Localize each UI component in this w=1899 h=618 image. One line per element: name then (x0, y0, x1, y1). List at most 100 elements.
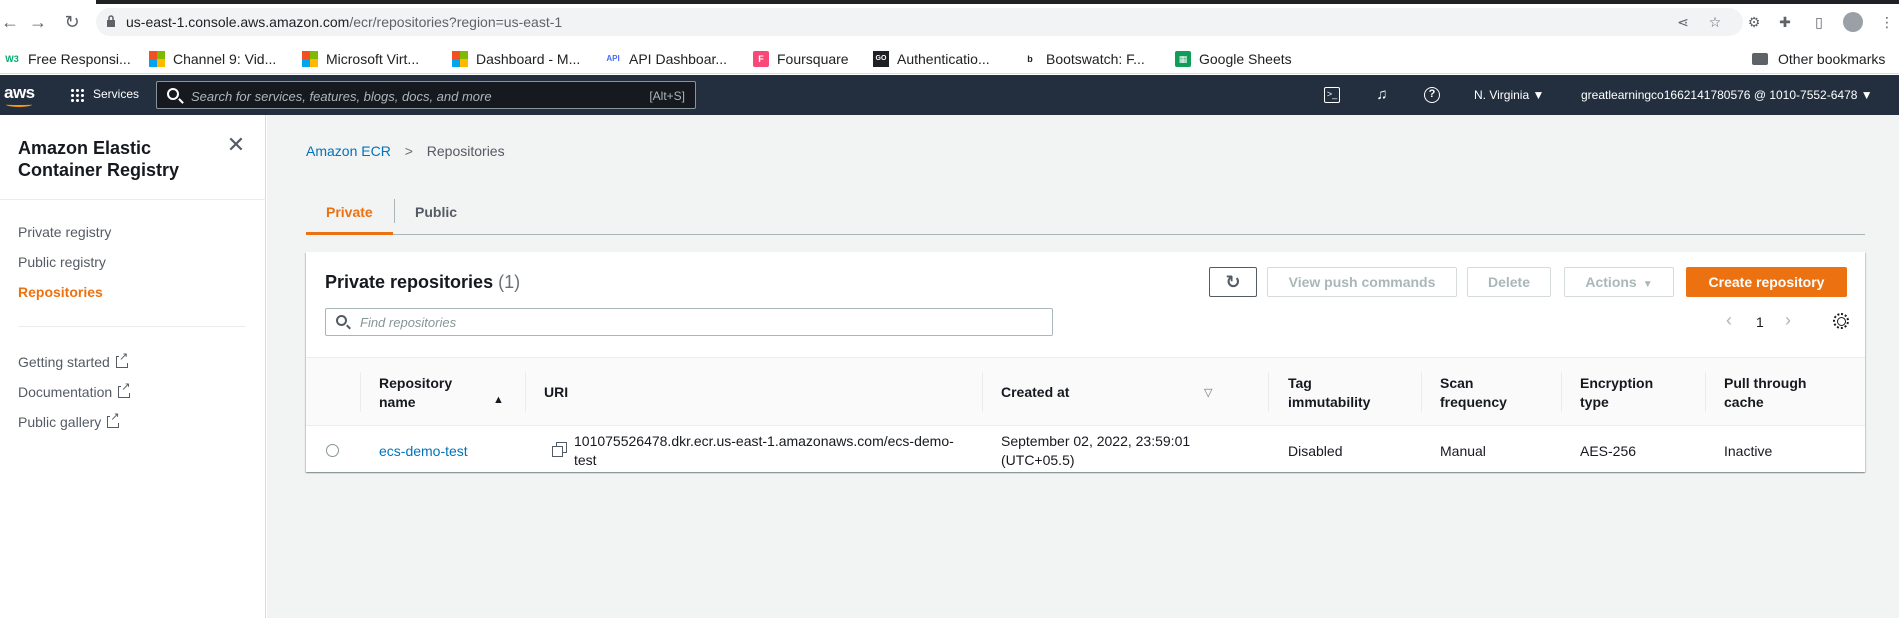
bookmark-item[interactable]: ▦ Google Sheets (1175, 50, 1292, 68)
sidepanel-icon[interactable]: ▯ (1810, 13, 1828, 31)
column-divider (360, 372, 361, 412)
sidebar-link-public-gallery[interactable]: Public gallery (18, 411, 120, 430)
w3-icon: W3 (5, 54, 19, 64)
bookmark-item[interactable]: GO Authenticatio... (873, 50, 990, 68)
tab-public[interactable]: Public (395, 187, 477, 235)
bookmark-label: Bootswatch: F... (1046, 51, 1145, 67)
copy-icon[interactable] (552, 442, 567, 457)
back-icon[interactable]: ← (0, 12, 20, 32)
foursquare-icon: F (753, 51, 769, 67)
kebab-menu-icon[interactable]: ⋮ (1878, 13, 1896, 31)
page-number[interactable]: 1 (1756, 314, 1764, 330)
side-navigation: Amazon Elastic Container Registry ✕ Priv… (0, 115, 266, 618)
bookmark-label: Channel 9: Vid... (173, 51, 277, 67)
other-bookmarks[interactable]: Other bookmarks (1752, 50, 1885, 68)
column-header-scan-frequency[interactable]: Scan frequency (1440, 358, 1540, 427)
browser-toolbar: ← → ↻ us-east-1.console.aws.amazon.com/e… (0, 0, 1899, 44)
column-divider (1561, 372, 1562, 412)
aws-console-header: aws Services Search for services, featur… (0, 75, 1899, 115)
account-menu[interactable]: greatlearningco1662141780576 @ 1010-7552… (1581, 88, 1873, 102)
bookmark-item[interactable]: API API Dashboar... (605, 50, 727, 68)
bookmark-item[interactable]: Dashboard - M... (452, 50, 580, 68)
column-header-created-at[interactable]: Created at (1001, 358, 1201, 427)
close-icon[interactable]: ✕ (226, 134, 246, 156)
breadcrumb-amazon-ecr[interactable]: Amazon ECR (306, 143, 391, 159)
extension-gear-icon[interactable]: ⚙ (1745, 13, 1763, 31)
address-bar[interactable]: us-east-1.console.aws.amazon.com/ecr/rep… (96, 8, 1743, 36)
create-repository-button[interactable]: Create repository (1686, 267, 1847, 297)
link-label: Public gallery (18, 414, 102, 430)
scan-frequency-value: Manual (1440, 442, 1486, 459)
search-icon (336, 315, 347, 326)
column-header-tag-immutability[interactable]: Tag immutability (1288, 358, 1408, 427)
bookmark-item[interactable]: Microsoft Virt... (302, 50, 419, 68)
console-search-input[interactable]: Search for services, features, blogs, do… (156, 81, 696, 109)
puzzle-icon[interactable]: ✚ (1776, 13, 1794, 31)
help-icon[interactable]: ? (1424, 87, 1440, 103)
star-icon[interactable]: ☆ (1706, 13, 1724, 31)
gear-icon[interactable] (1833, 313, 1849, 329)
share-icon[interactable]: ⋖ (1674, 13, 1692, 31)
table-header: Repository name ▲ URI Created at ▽ Tag imm… (306, 357, 1865, 426)
search-shortcut: [Alt+S] (649, 89, 685, 103)
lock-icon (107, 15, 115, 27)
search-placeholder: Search for services, features, blogs, do… (191, 89, 492, 104)
bookmark-item[interactable]: b Bootswatch: F... (1022, 50, 1145, 68)
view-push-commands-button[interactable]: View push commands (1267, 267, 1457, 297)
row-select-radio[interactable] (326, 444, 339, 457)
bookmark-label: Foursquare (777, 51, 849, 67)
services-menu[interactable]: Services (93, 87, 139, 101)
repository-count: (1) (498, 272, 521, 292)
bookmark-label: Dashboard - M... (476, 51, 581, 67)
bell-icon[interactable]: ♫ (1374, 87, 1390, 103)
sidebar-item-private-registry[interactable]: Private registry (18, 224, 111, 240)
column-header-pull-through-cache[interactable]: Pull through cache (1724, 358, 1844, 427)
bootswatch-icon: b (1027, 54, 1033, 64)
refresh-button[interactable]: ↻ (1209, 267, 1257, 297)
created-at-value: September 02, 2022, 23:59:01 (UTC+05.5) (1001, 433, 1191, 468)
column-header-repository-name[interactable]: Repository name (379, 358, 499, 427)
external-link-icon (115, 351, 129, 368)
profile-avatar[interactable] (1843, 12, 1863, 32)
sidebar-link-getting-started[interactable]: Getting started (18, 351, 129, 370)
column-divider (525, 372, 526, 412)
delete-button[interactable]: Delete (1467, 267, 1551, 297)
bookmark-label: API Dashboar... (629, 51, 728, 67)
column-header-uri[interactable]: URI (544, 358, 844, 427)
cloudshell-icon[interactable]: >_ (1324, 87, 1340, 103)
column-divider (1705, 372, 1706, 412)
tab-private[interactable]: Private (306, 187, 393, 235)
column-header-encryption-type[interactable]: Encryption type (1580, 358, 1680, 427)
refresh-icon: ↻ (1225, 272, 1241, 292)
find-repositories-input[interactable]: Find repositories (325, 308, 1053, 336)
folder-icon (1752, 53, 1768, 65)
bookmark-item[interactable]: W3 Free Responsi... (4, 50, 130, 68)
tag-immutability-value: Disabled (1288, 442, 1343, 459)
microsoft-icon (302, 51, 318, 67)
actions-dropdown[interactable]: Actions ▼ (1564, 267, 1674, 297)
bookmark-item[interactable]: F Foursquare (753, 50, 849, 68)
sidebar-link-documentation[interactable]: Documentation (18, 381, 131, 400)
bookmark-label: Authenticatio... (897, 51, 990, 67)
column-divider (1268, 372, 1269, 412)
sidebar-divider (0, 199, 266, 200)
bookmark-item[interactable]: Channel 9: Vid... (149, 50, 276, 68)
region-selector[interactable]: N. Virginia ▼ (1474, 88, 1544, 102)
panel-title-text: Private repositories (325, 272, 494, 292)
reload-icon[interactable]: ↻ (62, 12, 82, 32)
sidebar-item-repositories[interactable]: Repositories (18, 284, 103, 300)
aws-logo[interactable]: aws (4, 83, 35, 107)
encryption-type-value: AES-256 (1580, 442, 1637, 459)
repository-name-link[interactable]: ecs-demo-test (379, 426, 468, 476)
forward-icon[interactable]: → (28, 12, 48, 32)
breadcrumb-current: Repositories (426, 143, 505, 159)
chevron-right-icon[interactable]: › (1785, 310, 1791, 331)
sidebar-item-public-registry[interactable]: Public registry (18, 254, 106, 270)
sidebar-title: Amazon Elastic Container Registry (18, 138, 180, 180)
registry-tabs: Private Public (306, 187, 1865, 235)
chevron-left-icon[interactable]: ‹ (1726, 310, 1732, 331)
services-grid-icon[interactable] (70, 88, 85, 103)
sort-ascending-icon[interactable]: ▲ (493, 394, 504, 406)
caret-down-icon: ▼ (1642, 279, 1653, 290)
sort-indicator-icon[interactable]: ▽ (1204, 386, 1212, 399)
